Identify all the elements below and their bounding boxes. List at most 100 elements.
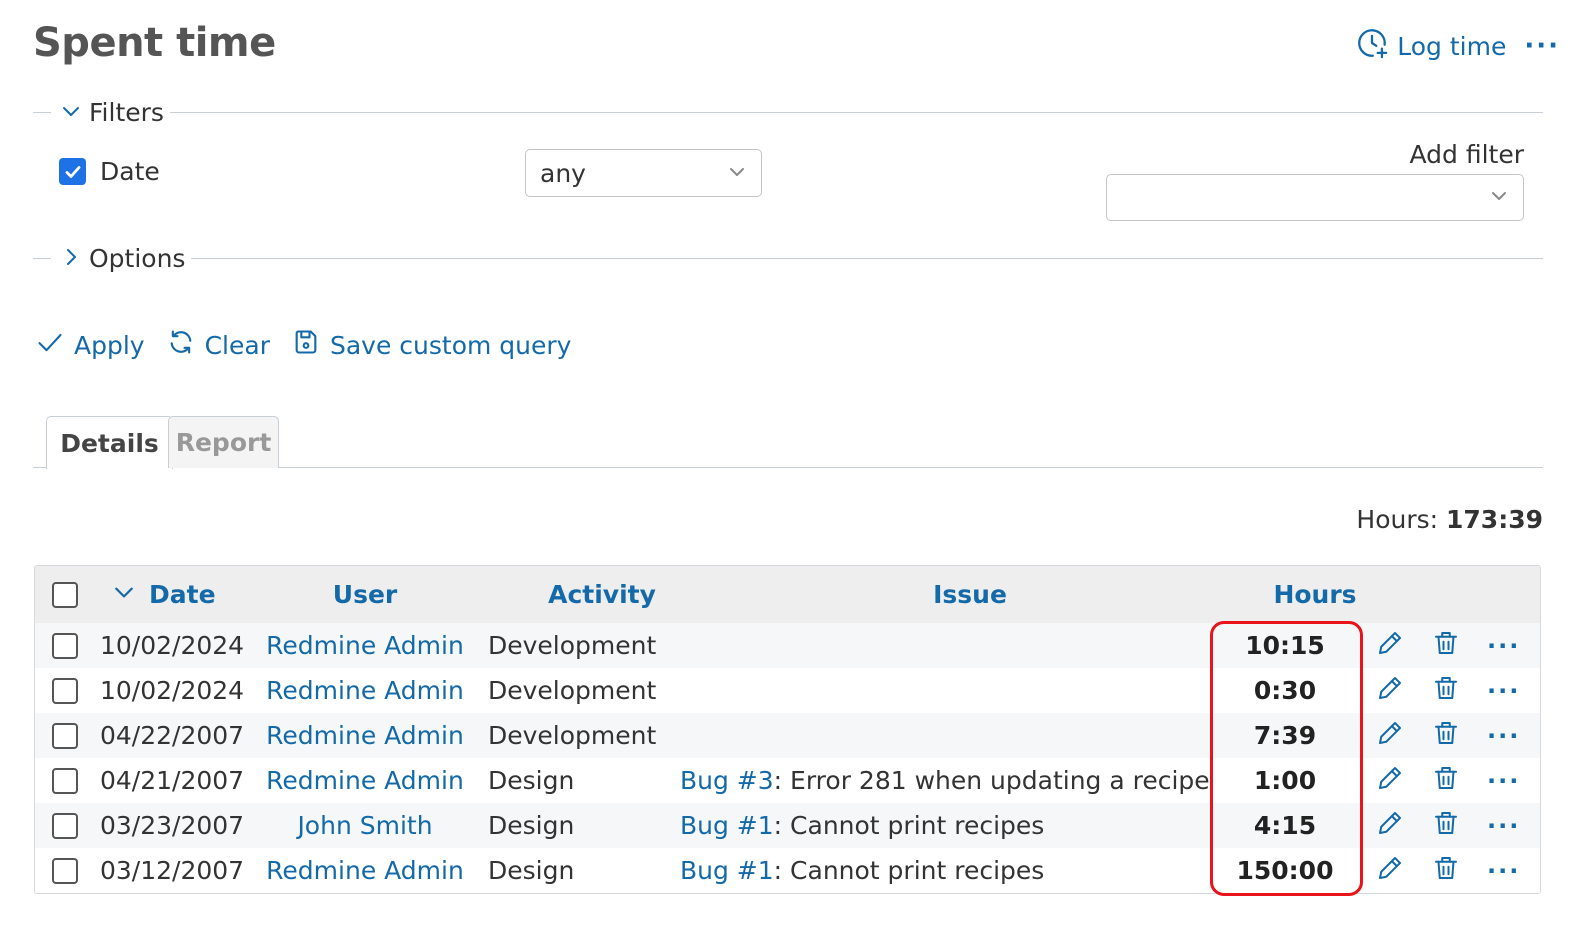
table-row: 03/23/2007 John Smith Design Bug #1: Can… — [35, 803, 1540, 848]
chevron-down-icon — [1489, 183, 1509, 212]
delete-entry-button[interactable] — [1431, 623, 1461, 668]
filters-fieldset: Filters — [33, 97, 1543, 127]
save-icon — [292, 328, 320, 362]
row-issue: Bug #1: Cannot print recipes — [680, 803, 1044, 848]
delete-entry-button[interactable] — [1431, 848, 1461, 893]
tab-report[interactable]: Report — [168, 416, 279, 468]
row-activity: Development — [488, 721, 657, 750]
row-checkbox[interactable] — [52, 767, 78, 794]
apply-label: Apply — [74, 330, 145, 360]
row-issue-subject: : Error 281 when updating a recipe — [773, 766, 1210, 795]
edit-entry-button[interactable] — [1375, 848, 1405, 893]
row-issue-link[interactable]: Bug #1 — [680, 811, 774, 840]
apply-button[interactable]: Apply — [36, 328, 145, 362]
table-row: 04/22/2007 Redmine Admin Development 7:3… — [35, 713, 1540, 758]
trash-icon — [1431, 763, 1461, 799]
filter-date-row: Date — [59, 157, 160, 186]
row-checkbox-cell — [52, 848, 78, 893]
page-title: Spent time — [33, 20, 276, 66]
delete-entry-button[interactable] — [1431, 713, 1461, 758]
trash-icon — [1431, 853, 1461, 889]
row-checkbox-cell — [52, 713, 78, 758]
row-user-link[interactable]: Redmine Admin — [265, 668, 465, 713]
clear-button[interactable]: Clear — [167, 328, 270, 362]
row-more-icon[interactable]: ··· — [1487, 713, 1520, 758]
row-more-icon[interactable]: ··· — [1487, 848, 1520, 893]
row-more-icon[interactable]: ··· — [1487, 758, 1520, 803]
divider — [33, 257, 51, 259]
filters-toggle[interactable]: Filters — [51, 98, 164, 127]
refresh-icon — [167, 328, 195, 362]
column-header-user[interactable]: User — [265, 566, 465, 623]
row-user-link[interactable]: Redmine Admin — [265, 758, 465, 803]
options-fieldset: Options — [33, 243, 1543, 273]
sort-desc-icon — [113, 580, 135, 609]
row-issue-subject: : Cannot print recipes — [773, 856, 1045, 885]
pencil-icon — [1375, 718, 1405, 754]
pencil-icon — [1375, 628, 1405, 664]
view-tabs: Details Report — [33, 416, 1543, 469]
row-checkbox[interactable] — [52, 677, 78, 704]
table-row: 10/02/2024 Redmine Admin Development 0:3… — [35, 668, 1540, 713]
date-filter-checkbox[interactable] — [59, 158, 86, 185]
row-issue: Bug #3: Error 281 when updating a recipe — [680, 758, 1210, 803]
edit-entry-button[interactable] — [1375, 668, 1405, 713]
log-time-label: Log time — [1397, 31, 1507, 61]
select-all-checkbox[interactable] — [52, 581, 78, 608]
add-filter-select[interactable] — [1106, 174, 1524, 221]
delete-entry-button[interactable] — [1431, 668, 1461, 713]
row-more-icon[interactable]: ··· — [1487, 803, 1520, 848]
edit-entry-button[interactable] — [1375, 803, 1405, 848]
column-header-hours[interactable]: Hours — [1235, 566, 1395, 623]
row-issue-link[interactable]: Bug #1 — [680, 856, 774, 885]
row-checkbox[interactable] — [52, 812, 78, 839]
save-query-button[interactable]: Save custom query — [292, 328, 571, 362]
row-date: 04/21/2007 — [100, 766, 245, 795]
more-actions-icon[interactable]: ··· — [1524, 33, 1560, 59]
column-header-issue[interactable]: Issue — [895, 566, 1045, 623]
row-issue-subject: : Cannot print recipes — [773, 811, 1045, 840]
divider — [191, 257, 1543, 259]
options-toggle[interactable]: Options — [51, 244, 185, 273]
table-row: 04/21/2007 Redmine Admin Design Bug #3: … — [35, 758, 1540, 803]
column-header-date[interactable]: Date — [113, 566, 216, 623]
row-activity: Design — [488, 811, 575, 840]
row-user-link[interactable]: Redmine Admin — [265, 623, 465, 668]
top-actions: Log time ··· — [1355, 26, 1560, 66]
row-date: 10/02/2024 — [100, 631, 245, 660]
row-hours: 0:30 — [1253, 676, 1317, 705]
row-checkbox[interactable] — [52, 722, 78, 749]
header-checkbox-cell — [52, 566, 78, 623]
delete-entry-button[interactable] — [1431, 758, 1461, 803]
row-more-icon[interactable]: ··· — [1487, 623, 1520, 668]
clear-label: Clear — [204, 330, 270, 360]
log-time-button[interactable]: Log time — [1355, 26, 1506, 66]
row-user-link[interactable]: Redmine Admin — [265, 848, 465, 893]
row-more-icon[interactable]: ··· — [1487, 668, 1520, 713]
row-hours: 7:39 — [1253, 721, 1317, 750]
tab-details[interactable]: Details — [46, 416, 173, 469]
edit-entry-button[interactable] — [1375, 758, 1405, 803]
row-issue: Bug #1: Cannot print recipes — [680, 848, 1044, 893]
hours-total-label: Hours: — [1356, 505, 1439, 534]
row-hours: 1:00 — [1253, 766, 1317, 795]
column-header-activity[interactable]: Activity — [532, 566, 672, 623]
chevron-down-icon — [61, 98, 81, 127]
row-user-link[interactable]: Redmine Admin — [265, 713, 465, 758]
row-checkbox[interactable] — [52, 857, 78, 884]
options-legend-label: Options — [89, 243, 186, 273]
row-user-link[interactable]: John Smith — [265, 803, 465, 848]
row-date: 10/02/2024 — [100, 676, 245, 705]
edit-entry-button[interactable] — [1375, 623, 1405, 668]
time-entries-table: Date User Activity Issue Hours 10/02/202… — [34, 565, 1541, 894]
date-operator-select[interactable]: any — [525, 149, 762, 197]
clock-plus-icon — [1355, 26, 1389, 66]
edit-entry-button[interactable] — [1375, 713, 1405, 758]
filters-legend-label: Filters — [89, 97, 164, 127]
delete-entry-button[interactable] — [1431, 803, 1461, 848]
date-operator-value: any — [540, 158, 586, 188]
row-checkbox[interactable] — [52, 632, 78, 659]
row-checkbox-cell — [52, 758, 78, 803]
row-issue-link[interactable]: Bug #3 — [680, 766, 774, 795]
query-actions: Apply Clear Save custom query — [36, 328, 571, 362]
